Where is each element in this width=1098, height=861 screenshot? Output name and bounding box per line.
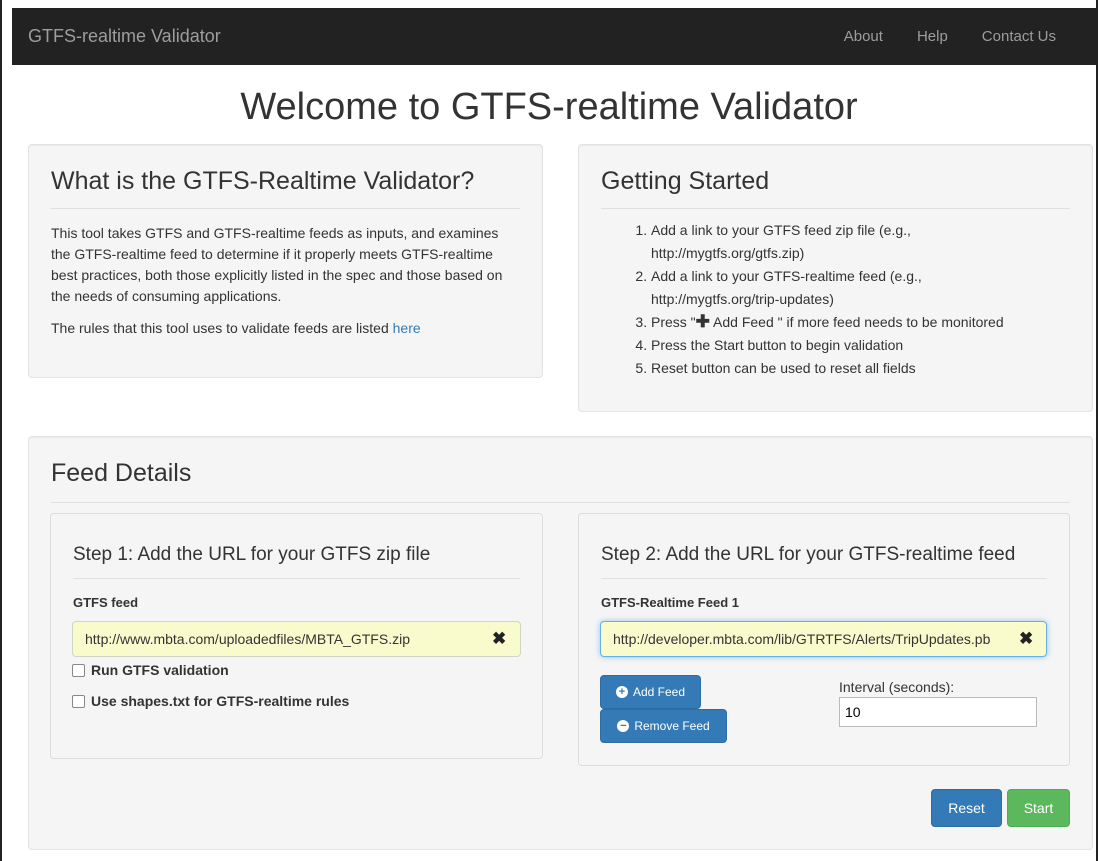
about-description: This tool takes GTFS and GTFS-realtime f…	[51, 225, 503, 304]
step1-text: Add a link to your GTFS feed zip file (e…	[651, 222, 911, 238]
use-shapes-checkbox[interactable]	[72, 694, 85, 708]
minus-circle-icon: −	[617, 720, 630, 732]
add-feed-label: Add Feed	[632, 685, 686, 699]
clear-gtfs-icon[interactable]: ✖	[492, 629, 506, 649]
nav-link-help[interactable]: Help	[900, 28, 965, 45]
step3-text: Add Feed " if more feed needs to be moni…	[709, 314, 1004, 330]
page-title: Welcome to GTFS-realtime Validator	[240, 86, 858, 128]
use-shapes-label[interactable]: Use shapes.txt for GTFS-realtime rules	[91, 693, 349, 709]
interval-input[interactable]	[839, 697, 1037, 727]
list-item: Reset button can be used to reset all fi…	[651, 357, 1070, 380]
step1-heading: Step 1: Add the URL for your GTFS zip fi…	[73, 544, 520, 579]
about-heading: What is the GTFS-Realtime Validator?	[51, 167, 520, 209]
run-gtfs-validation-checkbox[interactable]	[72, 663, 85, 677]
interval-label: Interval (seconds):	[839, 679, 955, 695]
getting-started-panel: Getting Started Add a link to your GTFS …	[578, 144, 1093, 412]
rules-link[interactable]: here	[393, 320, 421, 336]
gtfs-feed-input[interactable]	[72, 621, 521, 657]
start-label: Start	[1023, 800, 1054, 816]
gtfs-feed-label: GTFS feed	[73, 595, 139, 610]
about-panel: What is the GTFS-Realtime Validator? Thi…	[28, 144, 543, 378]
navbar: GTFS-realtime Validator About Help Conta…	[12, 8, 1098, 65]
step2-text: Add a link to your GTFS-realtime feed (e…	[651, 268, 922, 284]
rules-text-prefix: The rules that this tool uses to validat…	[51, 320, 393, 336]
steps-list: Add a link to your GTFS feed zip file (e…	[623, 219, 1070, 380]
nav-links: About Help Contact Us	[827, 28, 1082, 45]
getting-started-heading: Getting Started	[601, 167, 1070, 209]
use-shapes-row: Use shapes.txt for GTFS-realtime rules	[72, 693, 349, 709]
feed-details-heading: Feed Details	[51, 459, 1070, 503]
clear-gtfs-rt-icon[interactable]: ✖	[1019, 629, 1033, 649]
gtfs-rt-feed-input[interactable]	[600, 621, 1047, 657]
plus-circle-icon: +	[615, 686, 628, 698]
rules-text: The rules that this tool uses to validat…	[51, 318, 520, 339]
step3-prefix: Press "	[651, 314, 696, 330]
list-item: Press "✚ Add Feed " if more feed needs t…	[651, 311, 1070, 334]
remove-feed-label: Remove Feed	[634, 719, 710, 733]
run-gtfs-validation-label[interactable]: Run GTFS validation	[91, 662, 229, 678]
step2-sub: http://mygtfs.org/trip-updates)	[651, 291, 834, 307]
step1-sub: http://mygtfs.org/gtfs.zip)	[651, 245, 805, 261]
step2-heading: Step 2: Add the URL for your GTFS-realti…	[601, 544, 1047, 579]
gtfs-rt-feed-label: GTFS-Realtime Feed 1	[601, 595, 739, 610]
brand-title[interactable]: GTFS-realtime Validator	[28, 26, 221, 47]
reset-button[interactable]: Reset	[931, 789, 1002, 827]
start-button[interactable]: Start	[1007, 789, 1070, 827]
plus-icon: ✚	[695, 312, 710, 331]
run-gtfs-validation-row: Run GTFS validation	[72, 662, 229, 678]
list-item: Add a link to your GTFS feed zip file (e…	[651, 219, 1070, 265]
list-item: Add a link to your GTFS-realtime feed (e…	[651, 265, 1070, 311]
nav-link-contact[interactable]: Contact Us	[965, 28, 1082, 45]
nav-link-about[interactable]: About	[827, 28, 900, 45]
add-feed-button[interactable]: + Add Feed	[600, 675, 701, 709]
reset-label: Reset	[948, 800, 985, 816]
list-item: Press the Start button to begin validati…	[651, 334, 1070, 357]
remove-feed-button[interactable]: − Remove Feed	[600, 709, 727, 743]
